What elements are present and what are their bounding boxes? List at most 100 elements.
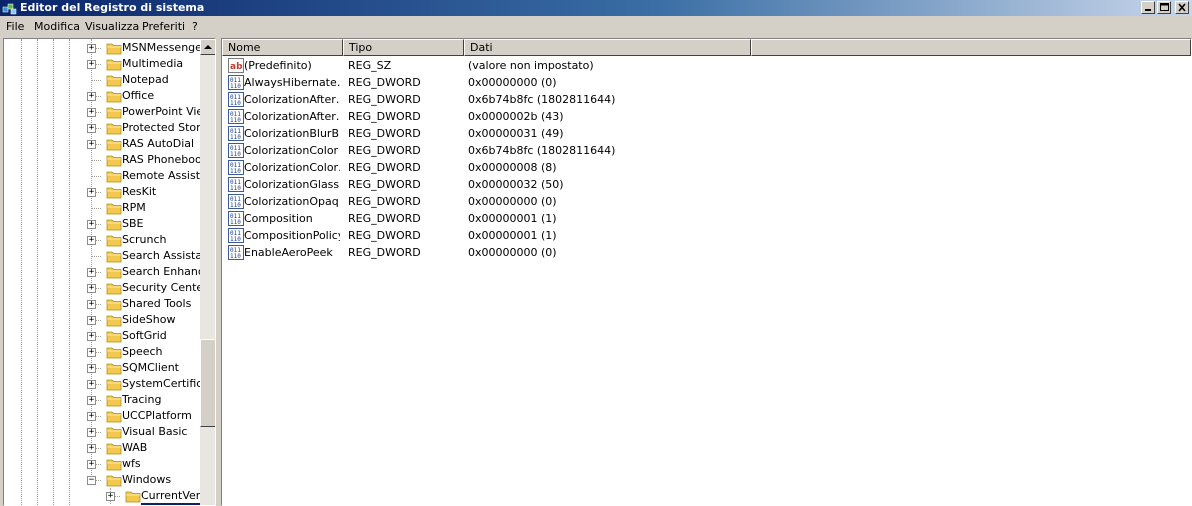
svg-text:110: 110 (230, 83, 241, 90)
expand-icon[interactable]: + (87, 188, 96, 197)
tree-item[interactable]: + Shared Tools (4, 296, 199, 312)
column-header-tipo[interactable]: Tipo (343, 39, 464, 56)
tree-item[interactable]: + CurrentVers (4, 488, 207, 505)
table-row[interactable]: 011 110 Composition REG_DWORD 0x00000001 (1) (222, 210, 1191, 227)
expand-icon[interactable]: + (87, 140, 96, 149)
value-type: REG_DWORD (348, 110, 421, 123)
expand-icon[interactable]: + (87, 124, 96, 133)
table-row[interactable]: 011 110 CompositionPolicy REG_DWORD 0x000000… (222, 227, 1191, 244)
tree-item[interactable]: Remote Assistar (4, 168, 211, 184)
title-bar[interactable]: Editor del Registro di sistema (0, 0, 1192, 16)
tree-item[interactable]: − Windows (4, 472, 199, 488)
minimize-button[interactable] (1141, 1, 1155, 14)
expand-icon[interactable]: + (87, 412, 96, 421)
value-type: REG_DWORD (348, 178, 421, 191)
tree-item[interactable]: + UCCPlatform (4, 408, 199, 424)
expand-icon[interactable]: + (87, 332, 96, 341)
svg-text:110: 110 (230, 236, 241, 243)
values-list-pane[interactable]: Nome Tipo Dati ab (Predefinito) REG_SZ (val… (221, 38, 1192, 506)
tree-item[interactable]: + PowerPoint View (4, 104, 212, 120)
folder-icon (106, 218, 122, 231)
expand-icon[interactable]: + (87, 220, 96, 229)
table-row[interactable]: 011 110 ColorizationAfter… REG_DWORD 0x6b74b… (222, 91, 1191, 108)
tree-item[interactable]: + Security Center (4, 280, 208, 296)
binary-value-icon: 011 110 (228, 143, 244, 158)
table-row[interactable]: 011 110 ColorizationColor REG_DWORD 0x6b74b8… (222, 142, 1191, 159)
expand-icon[interactable]: + (87, 396, 96, 405)
tree-item[interactable]: + SoftGrid (4, 328, 199, 344)
tree-item[interactable]: RAS Phonebook (4, 152, 208, 168)
svg-text:110: 110 (230, 117, 241, 124)
tree-item[interactable]: + Speech (4, 344, 199, 360)
tree-item[interactable]: + RAS AutoDial (4, 136, 199, 152)
tree-item[interactable]: + MSNMessenger (4, 40, 206, 56)
tree-item[interactable]: + Office (4, 88, 199, 104)
expand-icon[interactable]: + (87, 428, 96, 437)
menu-visualizza[interactable]: Visualizza (85, 19, 139, 34)
value-type: REG_DWORD (348, 246, 421, 259)
expand-icon[interactable]: + (87, 460, 96, 469)
tree-item[interactable]: + SBE (4, 216, 199, 232)
tree-item[interactable]: + SideShow (4, 312, 199, 328)
tree-item[interactable]: Search Assistant (4, 248, 213, 264)
tree-item[interactable]: + ResKit (4, 184, 199, 200)
tree-item[interactable]: + Protected Storag (4, 120, 214, 136)
expand-icon[interactable]: + (87, 300, 96, 309)
value-name: ColorizationColor… (244, 161, 340, 174)
binary-value-icon: 011 110 (228, 211, 244, 226)
table-row[interactable]: 011 110 ColorizationOpaq… REG_DWORD 0x000000… (222, 193, 1191, 210)
expand-icon[interactable]: + (87, 316, 96, 325)
expand-icon[interactable]: + (87, 364, 96, 373)
expand-icon[interactable]: + (87, 236, 96, 245)
maximize-button[interactable] (1157, 1, 1171, 14)
column-header-dati[interactable]: Dati (464, 39, 751, 56)
menu-preferiti[interactable]: Preferiti (142, 19, 185, 34)
expand-icon[interactable]: + (87, 268, 96, 277)
table-row[interactable]: 011 110 ColorizationGlass… REG_DWORD 0x00000… (222, 176, 1191, 193)
scroll-thumb[interactable] (200, 339, 215, 427)
menu-help[interactable]: ? (192, 19, 198, 34)
folder-icon (106, 250, 122, 263)
value-name: AlwaysHibernate… (244, 76, 340, 89)
collapse-icon[interactable]: − (87, 476, 96, 485)
tree-item[interactable]: + Visual Basic (4, 424, 199, 440)
expand-icon[interactable]: + (87, 60, 96, 69)
close-button[interactable] (1175, 1, 1189, 14)
scroll-up-button[interactable] (200, 39, 215, 55)
key-tree-pane[interactable]: + MSNMessenger + Multimedia Notepad + Office + P… (3, 38, 216, 506)
tree-item[interactable]: + Scrunch (4, 232, 199, 248)
expand-icon[interactable]: + (87, 44, 96, 53)
tree-item[interactable]: + SystemCertificat (4, 376, 213, 392)
tree-item[interactable]: + Multimedia (4, 56, 199, 72)
value-data: 0x6b74b8fc (1802811644) (468, 93, 616, 106)
expand-icon[interactable]: + (87, 108, 96, 117)
table-row[interactable]: 011 110 ColorizationBlurB… REG_DWORD 0x00000… (222, 125, 1191, 142)
expand-icon[interactable]: + (106, 492, 115, 501)
tree-item[interactable]: + Tracing (4, 392, 199, 408)
expand-icon[interactable]: + (87, 380, 96, 389)
menu-modifica[interactable]: Modifica (34, 19, 80, 34)
tree-item[interactable]: + Search Enhance (4, 264, 211, 280)
tree-item-label: Scrunch (122, 233, 167, 246)
column-header-nome[interactable]: Nome (222, 39, 343, 56)
tree-item[interactable]: RPM (4, 200, 199, 216)
tree-item[interactable]: + wfs (4, 456, 199, 472)
table-row[interactable]: 011 110 AlwaysHibernate… REG_DWORD 0x0000000… (222, 74, 1191, 91)
tree-item[interactable]: + WAB (4, 440, 199, 456)
expand-icon[interactable]: + (87, 92, 96, 101)
table-row[interactable]: 011 110 EnableAeroPeek REG_DWORD 0x00000000 … (222, 244, 1191, 261)
svg-text:110: 110 (230, 219, 241, 226)
table-row[interactable]: 011 110 ColorizationAfter… REG_DWORD 0x00000… (222, 108, 1191, 125)
expand-icon[interactable]: + (87, 444, 96, 453)
expand-icon[interactable]: + (87, 284, 96, 293)
table-row[interactable]: ab (Predefinito) REG_SZ (valore non imposta… (222, 57, 1191, 74)
tree-scrollbar[interactable] (200, 39, 215, 505)
menu-file[interactable]: File (6, 19, 24, 34)
column-header-filler (751, 39, 1191, 56)
tree-item[interactable]: Notepad (4, 72, 199, 88)
expand-icon[interactable]: + (87, 348, 96, 357)
value-type: REG_SZ (348, 59, 392, 72)
tree-item[interactable]: + SQMClient (4, 360, 199, 376)
binary-value-icon: 011 110 (228, 109, 244, 124)
table-row[interactable]: 011 110 ColorizationColor… REG_DWORD 0x00000… (222, 159, 1191, 176)
